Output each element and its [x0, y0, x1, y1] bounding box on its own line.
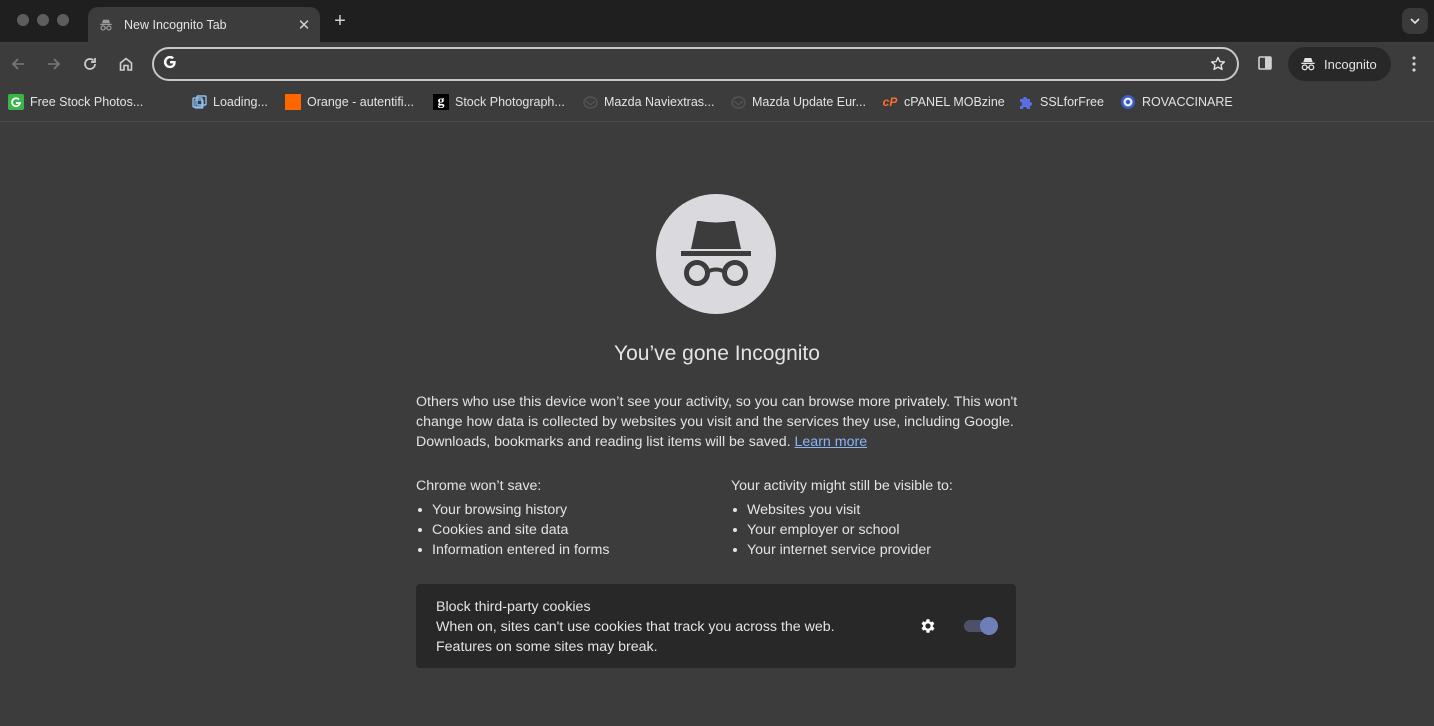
reload-button[interactable] [78, 52, 102, 76]
more-vert-icon [1412, 56, 1416, 72]
learn-more-link[interactable]: Learn more [795, 434, 868, 450]
bookmark-star-button[interactable] [1203, 49, 1233, 79]
page-heading: You’ve gone Incognito [614, 342, 820, 365]
gear-icon [921, 619, 935, 633]
visible-to-section: Your activity might still be visible to:… [731, 476, 953, 560]
bookmark-item[interactable]: cP cPANEL MOBzine [882, 92, 1005, 112]
tab-search-button[interactable] [1402, 8, 1428, 34]
third-party-cookies-card: Block third-party cookies When on, sites… [416, 584, 1016, 668]
cookie-settings-button[interactable] [918, 616, 938, 636]
list-item: Your internet service provider [731, 540, 953, 560]
wont-save-section: Chrome won’t save: Your browsing history… [416, 476, 609, 560]
forward-button[interactable] [42, 52, 66, 76]
list-item: Websites you visit [731, 500, 953, 520]
cookie-card-line2: Features on some sites may break. [436, 639, 658, 655]
incognito-description: Others who use this device won’t see you… [416, 392, 1026, 452]
cookie-card-title: Block third-party cookies [436, 599, 591, 615]
wont-save-title: Chrome won’t save: [416, 478, 542, 494]
close-tab-icon[interactable]: ✕ [294, 15, 314, 35]
incognito-icon [1301, 58, 1315, 71]
window-zoom-button[interactable] [57, 14, 69, 26]
new-tab-button[interactable]: + [330, 10, 350, 32]
side-panel-icon [1258, 56, 1272, 70]
address-bar[interactable] [152, 47, 1239, 81]
mazda-icon [582, 94, 598, 110]
mazda-icon [730, 94, 746, 110]
list-item: Your employer or school [731, 520, 953, 540]
bookmark-item[interactable]: SSLforFree [1018, 92, 1104, 112]
new-tab-page: You’ve gone Incognito Others who use thi… [0, 122, 1434, 726]
star-icon [1210, 56, 1226, 71]
visible-to-title: Your activity might still be visible to: [731, 478, 953, 494]
tab-strip: New Incognito Tab ✕ + [0, 0, 1434, 42]
chrome-menu-button[interactable] [1403, 52, 1425, 76]
ro-gov-icon [1120, 94, 1136, 110]
description-text: Others who use this device won’t see you… [416, 394, 1018, 450]
cpanel-icon: cP [882, 95, 898, 109]
orange-icon [285, 94, 301, 110]
bookmark-item[interactable]: ROVACCINARE [1120, 92, 1233, 112]
back-button[interactable] [6, 52, 30, 76]
window-close-button[interactable] [17, 14, 29, 26]
bookmark-item[interactable]: Free Stock Photos... [8, 92, 143, 112]
reload-icon [84, 58, 96, 70]
incognito-logo [656, 194, 776, 314]
list-item: Cookies and site data [416, 520, 609, 540]
tab-title: New Incognito Tab [124, 17, 227, 32]
bookmark-item[interactable]: Loading... [191, 92, 268, 112]
chevron-down-icon [1410, 17, 1420, 24]
arrow-right-icon [48, 58, 61, 70]
bookmark-item[interactable]: Mazda Update Eur... [730, 92, 866, 112]
incognito-chip-label: Incognito [1324, 56, 1377, 72]
list-item: Your browsing history [416, 500, 609, 520]
window-minimize-button[interactable] [37, 14, 49, 26]
bookmarks-bar: Free Stock Photos... Loading... Orange -… [0, 86, 1434, 122]
google-g-icon [163, 55, 177, 74]
freepik-icon [8, 94, 24, 110]
omnibox-input[interactable] [187, 56, 1203, 72]
incognito-icon [681, 221, 751, 286]
loading-globe-icon [191, 94, 207, 110]
tab-new-incognito[interactable]: New Incognito Tab ✕ [88, 7, 320, 42]
incognito-icon [98, 17, 114, 33]
home-button[interactable] [114, 52, 138, 76]
arrow-left-icon [11, 58, 24, 70]
side-panel-button[interactable] [1254, 52, 1276, 74]
list-item: Information entered in forms [416, 540, 609, 560]
toggle-knob [980, 617, 998, 635]
cookie-card-line1: When on, sites can't use cookies that tr… [436, 619, 835, 635]
bookmark-item[interactable]: Mazda Naviextras... [582, 92, 714, 112]
toolbar: Incognito [0, 42, 1434, 86]
incognito-profile-chip[interactable]: Incognito [1288, 47, 1391, 81]
bookmark-item[interactable]: g Stock Photograph... [433, 92, 565, 112]
home-icon [119, 57, 133, 71]
getty-g-icon: g [433, 94, 449, 110]
bookmark-item[interactable]: Orange - autentifi... [285, 92, 414, 112]
block-cookies-toggle[interactable] [964, 617, 998, 635]
puzzle-icon [1018, 94, 1034, 110]
